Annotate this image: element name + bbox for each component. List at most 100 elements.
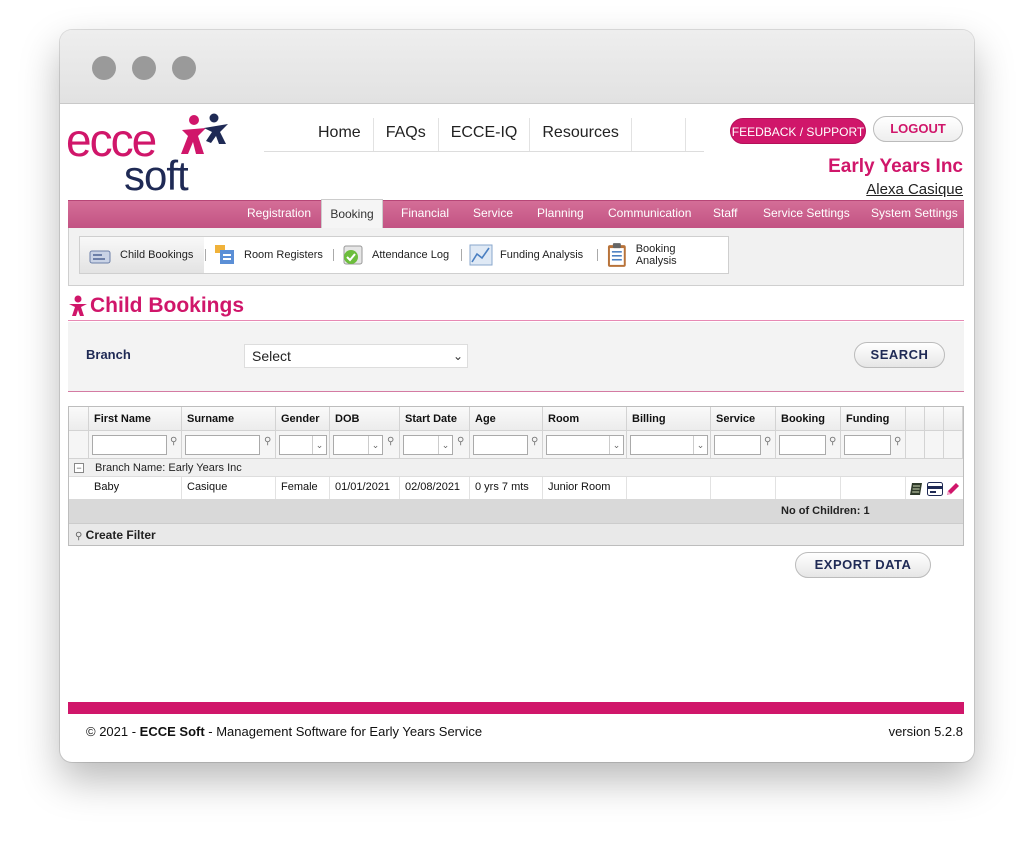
branch-select-value: Select [252, 348, 291, 364]
ecce-soft-logo[interactable]: ecce soft [66, 112, 236, 192]
ledger-book-icon[interactable] [909, 482, 923, 496]
tab-communication[interactable]: Communication [608, 201, 691, 228]
filter-icon[interactable]: ⚲ [531, 436, 538, 447]
col-header-funding[interactable]: Funding [841, 407, 906, 431]
browser-window: ecce soft Home FAQs ECCE-IQ Resources FE… [60, 30, 974, 762]
filter-action-1 [906, 431, 925, 459]
col-header-action-2 [925, 407, 944, 431]
child-figure-icon [69, 295, 87, 316]
filter-icon[interactable]: ⚲ [457, 436, 464, 447]
main-tab-bar: Registration Booking Financial Service P… [68, 199, 964, 228]
cell-gender: Female [276, 477, 330, 499]
subtab-room-registers[interactable]: Room Registers [204, 237, 334, 273]
tab-system-settings[interactable]: System Settings [871, 201, 958, 228]
subtab-booking-analysis[interactable]: Booking Analysis [596, 237, 726, 273]
tab-booking[interactable]: Booking [321, 199, 383, 228]
filter-icon[interactable]: ⚲ [264, 436, 271, 447]
col-header-service[interactable]: Service [711, 407, 776, 431]
tab-service[interactable]: Service [473, 201, 513, 228]
feedback-support-button[interactable]: FEEDBACK / SUPPORT [730, 118, 866, 144]
organization-name: Early Years Inc [828, 156, 963, 177]
chevron-down-icon: ⌄ [438, 436, 452, 454]
filter-icon[interactable]: ⚲ [764, 436, 771, 447]
cell-surname: Casique [182, 477, 276, 499]
subtab-attendance-log[interactable]: Attendance Log [332, 237, 462, 273]
chevron-down-icon: ⌄ [693, 436, 707, 454]
filter-surname-input[interactable] [185, 435, 260, 455]
group-row: − Branch Name: Early Years Inc [69, 459, 963, 477]
col-header-age[interactable]: Age [470, 407, 543, 431]
filter-billing-scheme-select[interactable]: ⌄ [630, 435, 708, 455]
tab-financial[interactable]: Financial [401, 201, 449, 228]
clipboard-icon [607, 243, 626, 267]
filter-start-date-select[interactable]: ⌄ [403, 435, 453, 455]
col-header-first-name[interactable]: First Name [89, 407, 182, 431]
title-divider [68, 320, 964, 321]
page-title-text: Child Bookings [90, 294, 244, 317]
nav-home[interactable]: Home [264, 118, 374, 151]
col-header-surname[interactable]: Surname [182, 407, 276, 431]
collapse-icon[interactable]: − [74, 463, 84, 473]
col-header-gender[interactable]: Gender [276, 407, 330, 431]
filter-billing-scheme: ⌄ [627, 431, 711, 459]
filter-gender-select[interactable]: ⌄ [279, 435, 327, 455]
filter-icon[interactable]: ⚲ [829, 436, 836, 447]
payment-card-icon[interactable] [927, 482, 943, 496]
group-label: Branch Name: Early Years Inc [95, 462, 242, 474]
filter-booking-input[interactable] [779, 435, 826, 455]
version-text: version 5.2.8 [888, 724, 963, 739]
filter-action-3 [944, 431, 963, 459]
grid-header-spacer [69, 407, 89, 431]
col-header-room[interactable]: Room [543, 407, 627, 431]
filter-room-select[interactable]: ⌄ [546, 435, 624, 455]
logout-button[interactable]: LOGOUT [873, 116, 963, 142]
col-header-billing-scheme[interactable]: Billing Scheme [627, 407, 711, 449]
filter-first-name-input[interactable] [92, 435, 167, 455]
filter-dob-select[interactable]: ⌄ [333, 435, 383, 455]
filter-icon[interactable]: ⚲ [387, 436, 394, 447]
col-header-start-date[interactable]: Start Date [400, 407, 470, 431]
nav-resources[interactable]: Resources [530, 118, 632, 151]
filter-icon[interactable]: ⚲ [894, 436, 901, 447]
window-minimize-button[interactable] [132, 56, 156, 80]
filter-icon[interactable]: ⚲ [170, 436, 177, 447]
create-filter-button[interactable]: ⚲ Create Filter [69, 523, 963, 545]
window-titlebar [60, 30, 974, 104]
filter-service-input[interactable] [714, 435, 761, 455]
nav-ecce-iq[interactable]: ECCE-IQ [439, 118, 531, 151]
filter-age-input[interactable] [473, 435, 528, 455]
filter-service: ⚲ [711, 431, 776, 459]
tab-registration[interactable]: Registration [247, 201, 311, 228]
subtab-funding-analysis[interactable]: Funding Analysis [460, 237, 598, 273]
filter-funding-input[interactable] [844, 435, 891, 455]
subtab-child-bookings[interactable]: Child Bookings [80, 237, 206, 273]
cell-billing-scheme [627, 477, 711, 499]
search-button[interactable]: SEARCH [854, 342, 945, 368]
user-name-link[interactable]: Alexa Casique [866, 181, 963, 198]
copyright-brand: ECCE Soft [139, 724, 205, 739]
edit-pencil-icon[interactable] [946, 482, 960, 496]
window-zoom-button[interactable] [172, 56, 196, 80]
filter-start-date: ⌄ ⚲ [400, 431, 470, 459]
cell-funding [841, 477, 906, 499]
subtab-label: Child Bookings [120, 249, 194, 261]
subtab-label: Room Registers [244, 249, 323, 261]
tab-service-settings[interactable]: Service Settings [763, 201, 850, 228]
subtab-label: Attendance Log [372, 249, 450, 261]
filter-gender: ⌄ [276, 431, 330, 459]
col-header-dob[interactable]: DOB [330, 407, 400, 431]
tab-planning[interactable]: Planning [537, 201, 584, 228]
cell-booking [776, 477, 841, 499]
branch-select[interactable]: Select ⌄ [244, 344, 468, 368]
window-close-button[interactable] [92, 56, 116, 80]
tab-staff[interactable]: Staff [713, 201, 737, 228]
filter-spacer [69, 431, 89, 459]
export-data-button[interactable]: EXPORT DATA [795, 552, 931, 578]
col-header-booking[interactable]: Booking [776, 407, 841, 431]
filter-room: ⌄ [543, 431, 627, 459]
page-title: Child Bookings [68, 294, 244, 318]
subtab-label: Booking Analysis [635, 243, 677, 267]
nav-faqs[interactable]: FAQs [374, 118, 439, 151]
cell-start-date: 02/08/2021 [400, 477, 470, 499]
cell-first-name: Baby [89, 477, 182, 499]
